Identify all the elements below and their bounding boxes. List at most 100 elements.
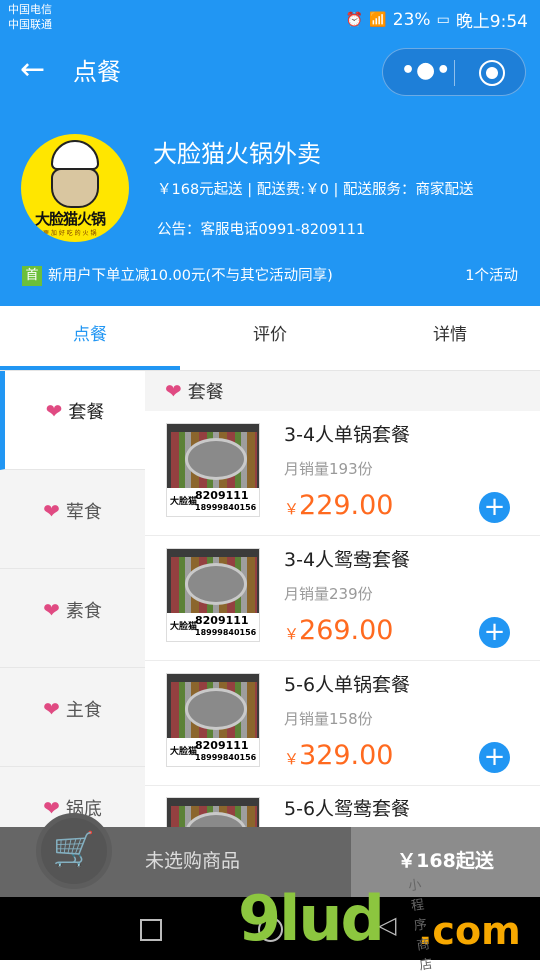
tab-reviews[interactable]: 评价 <box>180 306 360 370</box>
watermark: 9lud .com 小程序商店 <box>238 877 521 973</box>
nav-bar: ← 点餐 •●• <box>0 36 540 108</box>
shop-logo: 大脸猫火锅 更 加 好 吃 的 火 锅 <box>21 134 129 242</box>
category-item-hunshi[interactable]: ❤ 荤食 <box>0 470 145 569</box>
category-sidebar: ❤ 套餐 ❤ 荤食 ❤ 素食 ❤ 主食 ❤ 锅底 <box>0 371 145 827</box>
back-arrow-icon[interactable]: ← <box>20 50 45 90</box>
shop-header: 大脸猫火锅 更 加 好 吃 的 火 锅 大脸猫火锅外卖 ￥168元起送 | 配送… <box>0 108 540 306</box>
category-item-taocan[interactable]: ❤ 套餐 <box>0 371 145 470</box>
logo-text: 大脸猫火锅 <box>35 210 106 228</box>
item-thumbnail: 大脸猫 8209111 18999840156 <box>166 673 260 767</box>
target-close-icon[interactable] <box>479 60 505 86</box>
item-name: 5-6人鸳鸯套餐 <box>284 798 411 820</box>
mini-program-capsule: •●• <box>382 48 526 96</box>
carrier-1: 中国电信 <box>8 3 52 16</box>
plus-icon: + <box>483 617 506 647</box>
status-bar: 中国电信 中国联通 ⏰ 📶 23% ▭ 晚上9:54 <box>0 0 540 36</box>
thumb-brand: 大脸猫 <box>170 497 198 507</box>
tab-details[interactable]: 详情 <box>360 306 540 370</box>
hotpot-image <box>185 688 247 730</box>
item-thumbnail <box>166 797 260 827</box>
heart-icon: ❤ <box>165 379 182 403</box>
watermark-domain: .com <box>418 909 521 953</box>
section-header: ❤ 套餐 <box>145 371 540 411</box>
category-label: 素食 <box>65 601 102 622</box>
thumb-phone-2: 18999840156 <box>195 503 257 512</box>
item-price: ￥329.00 <box>284 739 394 776</box>
price-currency: ￥ <box>284 625 300 643</box>
heart-icon: ❤ <box>43 697 60 721</box>
item-sales: 月销量193份 <box>284 460 373 478</box>
thumb-brand: 大脸猫 <box>170 747 198 757</box>
battery-level: 23% <box>392 9 431 30</box>
category-label: 荤食 <box>65 502 102 523</box>
item-name: 3-4人鸳鸯套餐 <box>284 549 411 571</box>
activity-count[interactable]: 1个活动 <box>465 265 518 287</box>
item-name: 3-4人单锅套餐 <box>284 424 411 446</box>
add-to-cart-button[interactable]: + <box>479 742 510 773</box>
item-price: ￥269.00 <box>284 614 394 651</box>
heart-icon: ❤ <box>45 399 63 423</box>
capsule-divider <box>454 60 455 86</box>
battery-icon: ▭ <box>436 11 450 28</box>
thumb-strip: 大脸猫 8209111 18999840156 <box>167 613 259 641</box>
promo-text: 新用户下单立减10.00元(不与其它活动同享) <box>48 268 333 284</box>
logo-subtext: 更 加 好 吃 的 火 锅 <box>43 230 97 237</box>
item-thumbnail: 大脸猫 8209111 18999840156 <box>166 423 260 517</box>
shop-meta: ￥168元起送 | 配送费:￥0 | 配送服务：商家配送 <box>157 182 474 198</box>
item-sales: 月销量158份 <box>284 710 373 728</box>
status-right: ⏰ 📶 23% ▭ 晚上9:54 <box>345 7 528 33</box>
more-dots-icon[interactable]: •●• <box>401 57 450 87</box>
promo-row[interactable]: 首新用户下单立减10.00元(不与其它活动同享) 1个活动 <box>22 265 518 287</box>
category-label: 套餐 <box>68 402 105 423</box>
price-value: 329.00 <box>299 740 394 771</box>
shop-notice: 公告：客服电话0991-8209111 <box>157 222 366 238</box>
wifi-icon: 📶 <box>369 11 387 28</box>
heart-icon: ❤ <box>43 598 60 622</box>
thumb-phone-2: 18999840156 <box>195 628 257 637</box>
menu-list: ❤ 套餐 大脸猫 8209111 18999840156 3-4人单锅套餐 月销量… <box>145 371 540 827</box>
hotpot-image <box>185 563 247 605</box>
page-title: 点餐 <box>73 58 121 86</box>
tab-order[interactable]: 点餐 <box>0 306 180 370</box>
price-currency: ￥ <box>284 750 300 768</box>
item-price: ￥229.00 <box>284 489 394 526</box>
thumb-phone-1: 8209111 <box>195 489 249 502</box>
plus-icon: + <box>483 492 506 522</box>
clock: 晚上9:54 <box>455 12 528 32</box>
menu-item[interactable]: 大脸猫 8209111 18999840156 3-4人鸳鸯套餐 月销量239份… <box>145 536 540 661</box>
carrier-2: 中国联通 <box>8 18 52 31</box>
thumb-strip: 大脸猫 8209111 18999840156 <box>167 488 259 516</box>
watermark-main: 9lud <box>238 882 385 955</box>
menu-item[interactable]: 大脸猫 8209111 18999840156 5-6人单锅套餐 月销量158份… <box>145 661 540 786</box>
add-to-cart-button[interactable]: + <box>479 617 510 648</box>
hotpot-image <box>185 438 247 480</box>
item-sales: 月销量239份 <box>284 585 373 603</box>
tab-bar: 点餐 评价 详情 <box>0 306 540 371</box>
price-currency: ￥ <box>284 500 300 518</box>
cart-empty-label: 未选购商品 <box>145 850 241 872</box>
item-thumbnail: 大脸猫 8209111 18999840156 <box>166 548 260 642</box>
alarm-icon: ⏰ <box>345 11 364 28</box>
promo-badge: 首 <box>22 266 42 286</box>
add-to-cart-button[interactable]: + <box>479 492 510 523</box>
thumb-phone-2: 18999840156 <box>195 753 257 762</box>
cart-icon[interactable]: 🛒 <box>36 813 112 889</box>
menu-item[interactable]: 5-6人鸳鸯套餐 <box>145 785 540 827</box>
thumb-phone-1: 8209111 <box>195 739 249 752</box>
item-name: 5-6人单锅套餐 <box>284 674 411 696</box>
thumb-brand: 大脸猫 <box>170 622 198 632</box>
category-item-sushi[interactable]: ❤ 素食 <box>0 569 145 668</box>
shop-name: 大脸猫火锅外卖 <box>153 140 321 168</box>
category-item-zhushi[interactable]: ❤ 主食 <box>0 668 145 767</box>
price-value: 269.00 <box>299 615 394 646</box>
plus-icon: + <box>483 742 506 772</box>
carrier-info: 中国电信 中国联通 <box>8 2 52 32</box>
recent-apps-icon[interactable] <box>140 919 162 941</box>
thumb-phone-1: 8209111 <box>195 614 249 627</box>
category-label: 主食 <box>65 700 102 721</box>
cat-face-icon <box>51 168 99 208</box>
section-title: 套餐 <box>187 382 224 403</box>
heart-icon: ❤ <box>43 499 60 523</box>
menu-item[interactable]: 大脸猫 8209111 18999840156 3-4人单锅套餐 月销量193份… <box>145 411 540 536</box>
chef-hat-icon <box>51 140 99 170</box>
